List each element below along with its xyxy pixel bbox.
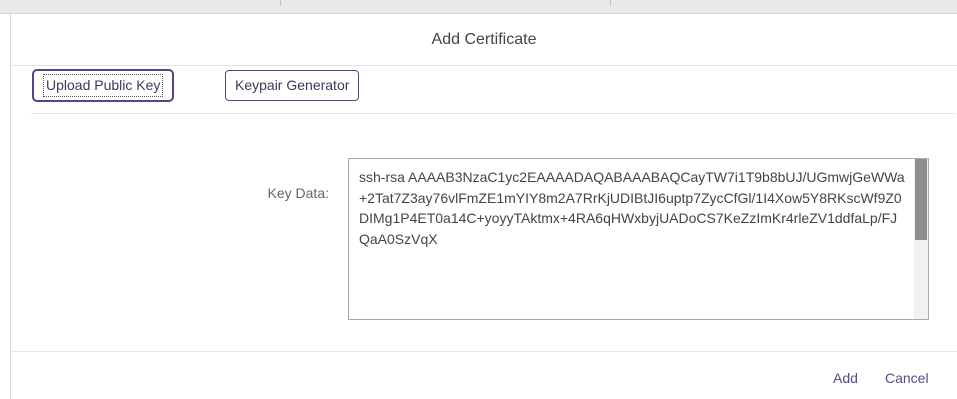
dialog-title: Add Certificate: [431, 31, 537, 48]
key-data-textarea[interactable]: ssh-rsa AAAAB3NzaC1yc2EAAAADAQABAAABAQCa…: [349, 159, 915, 319]
add-button[interactable]: Add: [833, 370, 858, 386]
cancel-button[interactable]: Cancel: [885, 370, 929, 386]
tab-keypair-generator-label: Keypair Generator: [235, 77, 350, 93]
background-divider: [610, 0, 611, 6]
add-certificate-dialog: Add Certificate Upload Public Key Keypai…: [10, 14, 957, 399]
key-data-label: Key Data:: [267, 185, 329, 201]
key-data-field[interactable]: ssh-rsa AAAAB3NzaC1yc2EAAAADAQABAAABAQCa…: [348, 158, 929, 320]
tab-upload-public-key-label: Upload Public Key: [43, 74, 164, 97]
background-divider: [280, 0, 281, 6]
key-data-scrollbar[interactable]: [914, 159, 928, 319]
title-divider: [11, 65, 957, 66]
tab-keypair-generator[interactable]: Keypair Generator: [225, 70, 360, 101]
tab-divider: [31, 113, 956, 114]
background-page-strip: [0, 0, 957, 14]
scrollbar-thumb[interactable]: [915, 159, 927, 240]
footer-divider: [11, 351, 957, 352]
tab-upload-public-key[interactable]: Upload Public Key: [33, 70, 174, 101]
